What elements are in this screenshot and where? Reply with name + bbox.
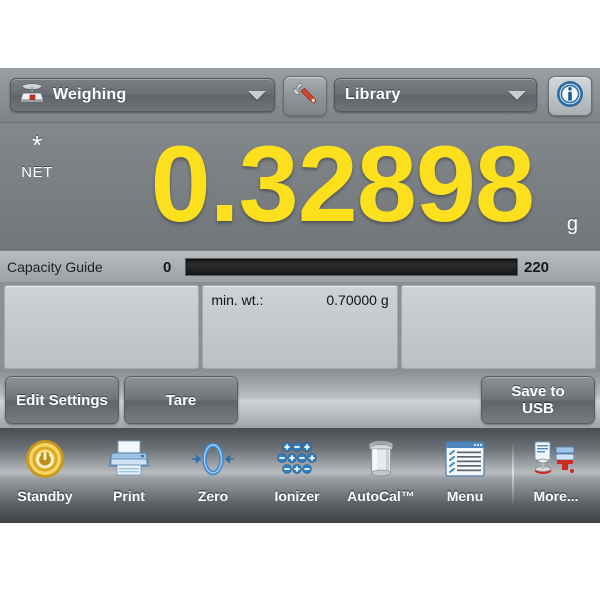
capacity-guide-label: Capacity Guide (7, 259, 103, 275)
save-to-usb-label-line1: Save to (511, 383, 565, 400)
nav-label-print: Print (113, 488, 145, 504)
min-weight-value: 0.70000 g (326, 292, 389, 308)
stability-star-indicator: * (31, 130, 43, 160)
weight-display: * NET 0.32898 g (0, 122, 600, 250)
nav-item-standby[interactable]: Standby (3, 434, 87, 518)
display-indicators: * NET (8, 132, 66, 184)
weight-value: 0.32898 (150, 123, 535, 244)
menu-window-icon (440, 436, 490, 482)
mode-dropdown-label: Weighing (53, 86, 127, 103)
save-to-usb-label-line2: USB (522, 400, 554, 417)
power-standby-icon (20, 436, 70, 482)
wrench-icon (292, 81, 318, 112)
info-panel-center[interactable]: min. wt.: 0.70000 g (202, 285, 398, 369)
min-weight-key: min. wt.: (211, 292, 264, 308)
capacity-bar-track (185, 258, 518, 276)
info-panel-row: min. wt.: 0.70000 g (0, 282, 600, 372)
mode-dropdown[interactable]: Weighing (10, 78, 275, 112)
nav-label-menu: Menu (446, 488, 484, 504)
edit-settings-button[interactable]: Edit Settings (5, 376, 119, 424)
top-bar: Weighing Library (0, 68, 600, 123)
nav-item-more[interactable]: More... (514, 434, 598, 518)
net-indicator: NET (21, 164, 53, 181)
nav-label-zero: Zero (197, 488, 229, 504)
info-circle-icon (555, 79, 585, 114)
capacity-guide: Capacity Guide 0 220 (0, 250, 600, 284)
settings-wrench-button[interactable] (283, 76, 327, 116)
capacity-max-label: 220 (524, 258, 550, 276)
nav-item-autocal[interactable]: AutoCal™ (339, 434, 423, 518)
save-to-usb-button[interactable]: Save to USB (481, 376, 595, 424)
balance-display-screen: Weighing Library * NET 0.32898 g Capacit… (0, 68, 600, 523)
nav-label-ionizer: Ionizer (274, 488, 320, 504)
nav-item-print[interactable]: Print (87, 434, 171, 518)
capacity-min-label: 0 (163, 258, 172, 276)
tare-button[interactable]: Tare (124, 376, 238, 424)
nav-label-standby: Standby (17, 488, 73, 504)
nav-label-autocal: AutoCal™ (347, 488, 415, 504)
library-dropdown[interactable]: Library (334, 78, 537, 112)
action-button-row: Edit Settings Tare Save to USB (0, 372, 600, 429)
nav-item-menu[interactable]: Menu (423, 434, 507, 518)
info-panel-right[interactable] (400, 285, 596, 369)
calibration-weight-icon (356, 436, 406, 482)
more-applications-icon (531, 436, 581, 482)
info-button[interactable] (548, 76, 592, 116)
library-dropdown-label: Library (345, 86, 401, 103)
nav-label-more: More... (533, 488, 579, 504)
balance-scale-icon (19, 82, 45, 109)
zero-icon (188, 436, 238, 482)
ionizer-icon (272, 436, 322, 482)
chevron-down-icon[interactable] (508, 90, 526, 100)
nav-item-ionizer[interactable]: Ionizer (255, 434, 339, 518)
weight-unit: g (566, 213, 578, 235)
nav-item-zero[interactable]: Zero (171, 434, 255, 518)
printer-icon (104, 436, 154, 482)
info-panel-left[interactable] (4, 285, 200, 369)
bottom-nav-bar: Standby Print Zero Ionizer AutoCal™ Menu… (0, 428, 600, 523)
chevron-down-icon[interactable] (248, 90, 266, 100)
